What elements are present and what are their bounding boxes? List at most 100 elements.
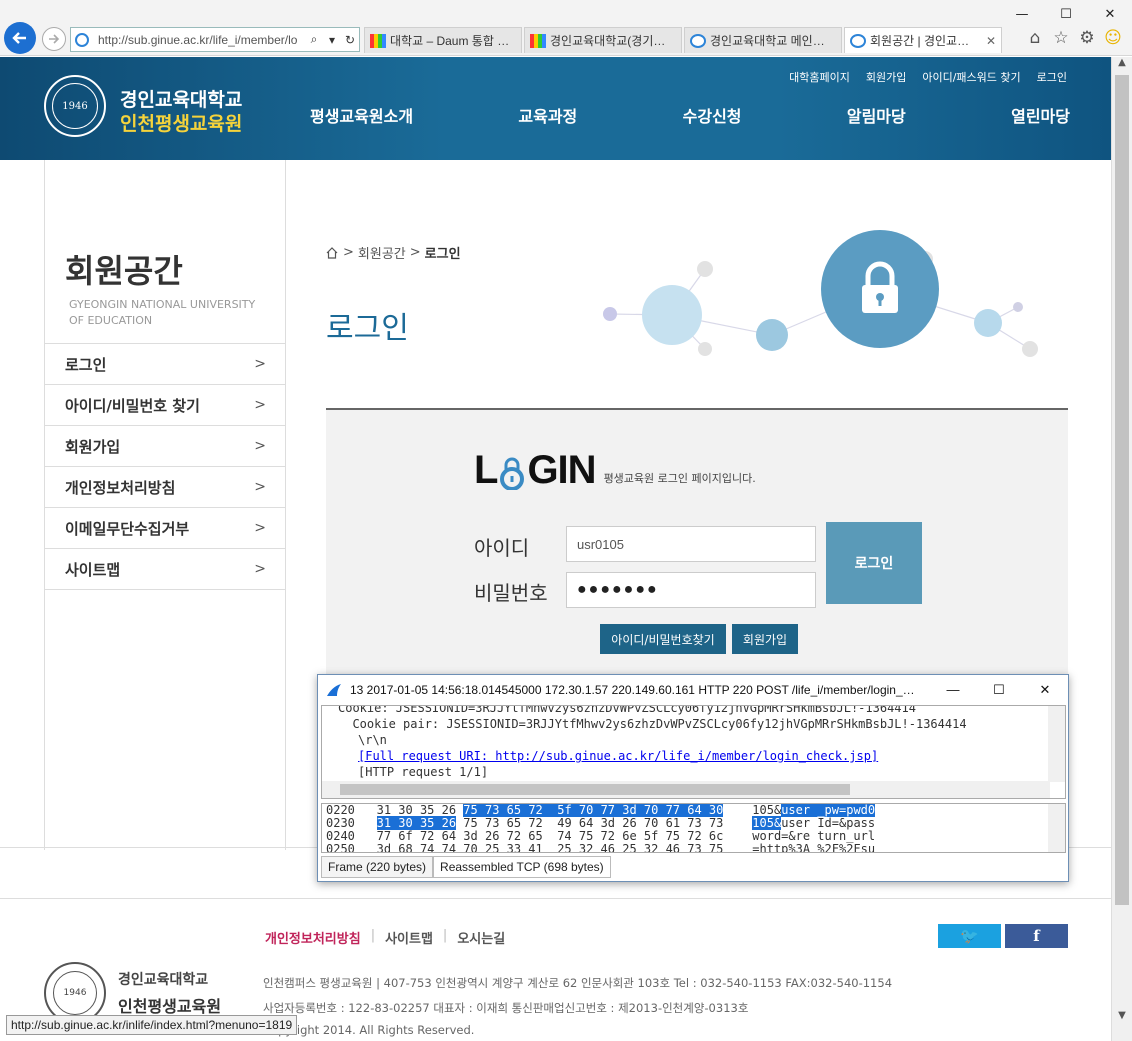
settings-gear-icon[interactable]: ⚙ [1078, 28, 1096, 48]
wireshark-titlebar: 13 2017-01-05 14:56:18.014545000 172.30.… [318, 675, 1068, 704]
logo-name[interactable]: 경인교육대학교 [120, 85, 242, 112]
refresh-icon[interactable]: ↻ [341, 33, 359, 47]
nav-item[interactable]: 교육과정 [518, 103, 577, 127]
browser-tab-active[interactable]: 회원공간 | 경인교… ✕ [844, 27, 1002, 53]
login-button[interactable]: 로그인 [826, 522, 922, 604]
minimize-icon[interactable]: — [930, 682, 976, 697]
footer-link-privacy[interactable]: 개인정보처리방침 [265, 928, 361, 947]
twitter-button[interactable]: 🐦 [938, 924, 1001, 948]
maximize-icon[interactable]: ☐ [1044, 0, 1088, 28]
packet-bytes-pane[interactable]: 0220 31 30 35 26 75 73 65 72 5f 70 77 3d… [321, 803, 1066, 853]
scroll-down-icon[interactable]: ▼ [1112, 1010, 1132, 1027]
detail-scrollbar[interactable] [1048, 706, 1065, 782]
tab-reassembled-tcp[interactable]: Reassembled TCP (698 bytes) [433, 856, 611, 878]
search-icon[interactable]: ⌕ [305, 32, 323, 47]
footer-divider [0, 898, 1111, 899]
wireshark-title: 13 2017-01-05 14:56:18.014545000 172.30.… [350, 682, 915, 697]
address-bar[interactable]: http://sub.ginue.ac.kr/life_i/member/lo … [70, 27, 360, 52]
nav-item[interactable]: 평생교육원소개 [310, 103, 413, 127]
status-bar-url: http://sub.ginue.ac.kr/inlife/index.html… [6, 1015, 298, 1035]
footer-link-directions[interactable]: 오시는길 [457, 928, 505, 947]
sidebar-item-privacy[interactable]: 개인정보처리방침 > [45, 467, 286, 508]
scroll-up-icon[interactable]: ▲ [1112, 57, 1132, 74]
nav-item[interactable]: 수강신청 [683, 103, 742, 127]
breadcrumb-item[interactable]: 회원공간 [358, 243, 406, 262]
browser-tools: ⌂ ☆ ⚙ ☺ [1026, 28, 1122, 48]
tab-frame[interactable]: Frame (220 bytes) [321, 856, 434, 878]
address-url[interactable]: http://sub.ginue.ac.kr/life_i/member/lo [98, 33, 305, 47]
footer-links: 개인정보처리방침 | 사이트맵 | 오시는길 [265, 928, 506, 947]
browser-tab[interactable]: 대학교 – Daum 통합 … [364, 27, 522, 53]
nav-item[interactable]: 알림마당 [847, 103, 906, 127]
sidebar-item-sitemap[interactable]: 사이트맵 > [45, 549, 286, 590]
breadcrumb: > 회원공간 > 로그인 [325, 243, 461, 262]
hex-row[interactable]: 0250 3d 68 74 74 70 25 33 41 25 32 46 25… [322, 843, 1065, 853]
sidebar: 회원공간 GYEONGIN NATIONAL UNIVERSITY OF EDU… [44, 160, 286, 850]
forward-button[interactable] [42, 27, 66, 51]
page-title: 로그인 [326, 311, 409, 346]
login-logo: L GIN 평생교육원 로그인 페이지입니다. [474, 448, 756, 492]
close-icon[interactable]: ✕ [1022, 682, 1068, 698]
smiley-feedback-icon[interactable]: ☺ [1104, 28, 1122, 48]
scroll-thumb[interactable] [1115, 75, 1129, 905]
footer-link-sitemap[interactable]: 사이트맵 [385, 928, 433, 947]
chevron-right-icon: > [254, 561, 266, 577]
login-description: 평생교육원 로그인 페이지입니다. [603, 472, 756, 485]
home-icon[interactable] [325, 246, 339, 260]
bytes-scrollbar[interactable] [1048, 804, 1065, 852]
sidebar-item-login[interactable]: 로그인 > [45, 344, 286, 385]
chevron-right-icon: > [254, 397, 266, 413]
logo-sub[interactable]: 인천평생교육원 [120, 109, 242, 136]
browser-tab[interactable]: 경인교육대학교(경기… [524, 27, 682, 53]
ie-page-icon [850, 33, 866, 48]
chevron-right-icon: > [254, 479, 266, 495]
detail-line[interactable]: [HTTP request 1/1] [322, 764, 1065, 780]
close-icon[interactable]: ✕ [1088, 0, 1132, 28]
ie-page-icon [75, 32, 89, 47]
detail-line[interactable]: Cookie pair: JSESSIONID=3RJJYtfMhwv2ys6z… [322, 716, 1065, 732]
bytes-tabs: Frame (220 bytes) Reassembled TCP (698 b… [321, 856, 611, 878]
page-scrollbar[interactable]: ▲ ▼ [1111, 57, 1132, 1041]
browser-tabs: 대학교 – Daum 통합 … 경인교육대학교(경기… 경인교육대학교 메인… … [364, 27, 1004, 53]
twitter-icon: 🐦 [960, 927, 979, 945]
back-button[interactable] [4, 22, 36, 54]
sidebar-item-find-id[interactable]: 아이디/비밀번호 찾기 > [45, 385, 286, 426]
chevron-down-icon[interactable]: ▾ [323, 33, 341, 47]
util-link-join[interactable]: 회원가입 [866, 69, 906, 85]
footer-name: 경인교육대학교 [118, 972, 209, 988]
util-link-find-id[interactable]: 아이디/패스워드 찾기 [922, 69, 1020, 85]
home-icon[interactable]: ⌂ [1026, 28, 1044, 48]
site-header: 1946 경인교육대학교 인천평생교육원 대학홈페이지 회원가입 아이디/패스워… [0, 57, 1111, 160]
scroll-thumb[interactable] [340, 784, 850, 795]
join-button[interactable]: 회원가입 [732, 624, 798, 654]
nav-item[interactable]: 열린마당 [1011, 103, 1070, 127]
maximize-icon[interactable]: ☐ [976, 682, 1022, 698]
sidebar-title: 회원공간 [65, 252, 183, 290]
sidebar-item-email-refusal[interactable]: 이메일무단수집거부 > [45, 508, 286, 549]
browser-tab[interactable]: 경인교육대학교 메인… [684, 27, 842, 53]
packet-detail-pane[interactable]: Cookie: JSESSIONID=3RJJYtfMhwv2ys6zhzDvW… [321, 705, 1066, 799]
detail-line-uri[interactable]: [Full request URI: http://sub.ginue.ac.k… [322, 748, 1065, 764]
favorites-star-icon[interactable]: ☆ [1052, 28, 1070, 48]
minimize-icon[interactable]: — [1000, 0, 1044, 28]
id-input[interactable]: usr0105 [566, 526, 816, 562]
footer-sub: 인천평생교육원 [118, 997, 222, 1016]
detail-line[interactable]: Cookie: JSESSIONID=3RJJYtfMhwv2ys6zhzDvW… [322, 706, 1065, 716]
seal-year: 1946 [53, 971, 97, 1015]
university-seal-logo[interactable]: 1946 [44, 75, 106, 137]
chevron-right-icon: > [254, 520, 266, 536]
chevron-right-icon: > [254, 356, 266, 372]
facebook-button[interactable]: f [1005, 924, 1068, 948]
detail-hscrollbar[interactable] [322, 781, 1050, 798]
util-link-login[interactable]: 로그인 [1037, 69, 1067, 85]
util-link-homepage[interactable]: 대학홈페이지 [789, 69, 850, 85]
tab-close-icon[interactable]: ✕ [982, 34, 996, 48]
utility-links: 대학홈페이지 회원가입 아이디/패스워드 찾기 로그인 [789, 69, 1067, 85]
breadcrumb-sep-icon: > [409, 245, 421, 260]
detail-line[interactable]: \r\n [322, 732, 1065, 748]
sidebar-menu: 로그인 > 아이디/비밀번호 찾기 > 회원가입 > 개인정보처리방침 > 이메일무단수… [45, 343, 286, 590]
back-arrow-icon [12, 32, 26, 44]
sidebar-item-join[interactable]: 회원가입 > [45, 426, 286, 467]
find-id-password-button[interactable]: 아이디/비밀번호찾기 [600, 624, 726, 654]
password-input[interactable]: ●●●●●●● [566, 572, 816, 608]
